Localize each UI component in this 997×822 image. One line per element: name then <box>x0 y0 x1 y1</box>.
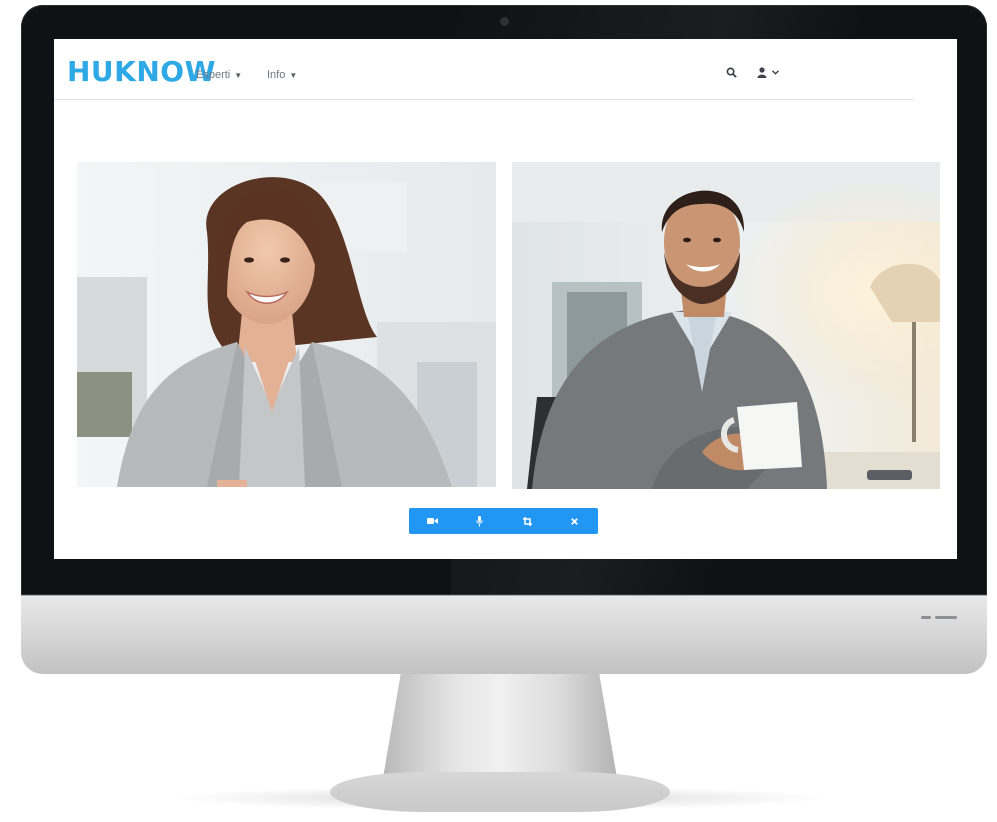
chin-indicator <box>917 606 957 624</box>
monitor-stand-neck <box>383 668 617 778</box>
toggle-microphone-button[interactable] <box>466 510 494 532</box>
app-screen: HUKNOW Esperti ▼ Info ▼ <box>54 39 957 559</box>
chevron-down-icon: ▼ <box>289 70 298 80</box>
chevron-down-icon: ▼ <box>234 70 243 80</box>
call-control-bar <box>409 508 598 534</box>
brand-logo[interactable]: HUKNOW <box>67 58 216 86</box>
chevron-down-icon <box>772 70 779 75</box>
end-call-button[interactable] <box>560 510 588 532</box>
nav-menu-info[interactable]: Info ▼ <box>267 69 297 81</box>
search-icon <box>726 67 737 78</box>
close-icon <box>571 517 578 525</box>
video-feed-local <box>512 162 940 489</box>
crop-button[interactable] <box>513 510 541 532</box>
nav-menu-label: Esperti <box>196 69 231 81</box>
monitor-chin <box>21 595 987 674</box>
search-button[interactable] <box>726 67 737 78</box>
toggle-video-button[interactable] <box>419 510 447 532</box>
video-feed-remote <box>77 162 496 487</box>
user-icon <box>757 67 767 78</box>
crop-icon <box>522 516 532 526</box>
nav-menu-label: Info <box>267 69 286 81</box>
top-navbar: HUKNOW Esperti ▼ Info ▼ <box>54 39 914 100</box>
participant-man-image <box>512 162 940 489</box>
webcam-icon <box>500 17 509 26</box>
video-camera-icon <box>427 518 439 524</box>
microphone-icon <box>476 515 484 526</box>
nav-menu-esperti[interactable]: Esperti ▼ <box>196 69 242 81</box>
monitor-stand-base <box>330 772 670 812</box>
participant-woman-image <box>77 162 496 487</box>
user-menu[interactable] <box>757 67 779 78</box>
